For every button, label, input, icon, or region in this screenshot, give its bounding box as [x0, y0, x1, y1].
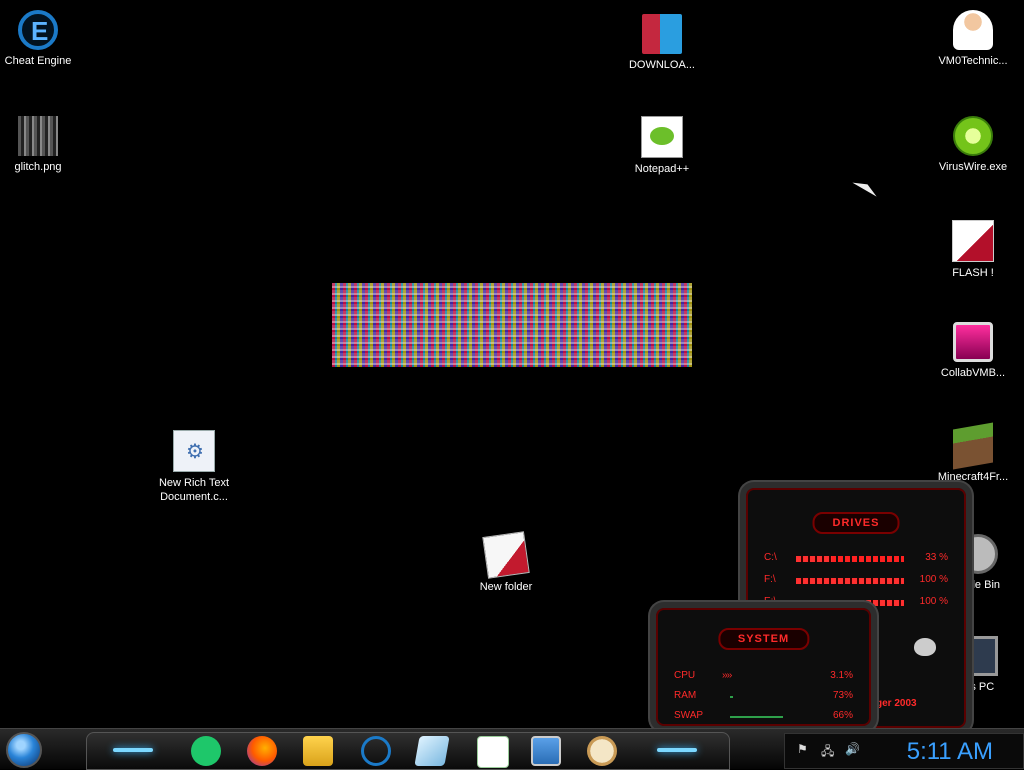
drive-usage-fill [796, 556, 832, 562]
collabvm-shortcut[interactable]: CollabVMB... [925, 322, 1021, 380]
dock-glow-right [657, 748, 697, 752]
flash-folder[interactable]: FLASH ! [925, 220, 1021, 280]
icon-label: glitch.png [14, 161, 62, 173]
drives-gadget-title: DRIVES [812, 512, 900, 534]
minecraft-shortcut[interactable]: Minecraft4Fr... [925, 422, 1021, 484]
icon-label-line2: Document.c... [160, 491, 228, 503]
drive-letter: C:\ [764, 552, 777, 563]
new-rich-text-document[interactable]: New Rich Text Document.c... [146, 430, 242, 504]
icon-label: New Rich Text Document.c... [146, 476, 242, 504]
folder-icon [482, 531, 530, 579]
photo-viewer-app-icon[interactable] [531, 736, 561, 766]
drive-percent: 100 % [919, 574, 948, 585]
action-center-flag-icon[interactable]: ⚑ [797, 742, 808, 756]
lime-icon [953, 116, 993, 156]
vm0-shortcut[interactable]: VM0Technic... [925, 10, 1021, 68]
drive-usage-bar [796, 556, 904, 562]
icon-label-line1: New Rich Text [158, 477, 230, 489]
cpu-indicator-icon: ›››› [722, 670, 732, 681]
icon-label: CollabVMB... [940, 367, 1006, 379]
spotify-app-icon[interactable] [191, 736, 221, 766]
system-row-cpu: CPU ›››› 3.1% [674, 670, 853, 684]
notepadpp-app-icon[interactable] [477, 736, 509, 768]
new-folder[interactable]: New folder [458, 531, 554, 594]
start-button[interactable] [6, 732, 42, 768]
metric-name: RAM [674, 690, 697, 701]
download-icon [642, 14, 682, 54]
network-icon[interactable]: 🖧 [821, 742, 834, 763]
mouse-cursor-icon [852, 177, 880, 197]
viruswire-exe[interactable]: VirusWire.exe [925, 116, 1021, 174]
icon-label: VM0Technic... [938, 55, 1008, 67]
dock-glow-left [113, 748, 153, 752]
glitch-artifact-image [332, 283, 692, 367]
icon-label: Cheat Engine [4, 55, 72, 67]
cheat-engine-shortcut[interactable]: Cheat Engine [0, 10, 86, 68]
firefox-app-icon[interactable] [247, 736, 277, 766]
cheat-engine-icon [18, 10, 58, 50]
paint-app-icon[interactable] [587, 736, 617, 766]
system-gadget-title: SYSTEM [717, 628, 810, 650]
metric-value: 73% [832, 690, 853, 701]
icon-label: DOWNLOA... [628, 59, 695, 71]
metric-value: 3.1% [830, 670, 853, 681]
icon-label: FLASH ! [952, 267, 994, 279]
swap-graph-line [730, 716, 783, 718]
notepadpp-shortcut[interactable]: Notepad++ [614, 116, 710, 176]
grass-block-icon [953, 422, 993, 470]
alienware-logo-icon [914, 638, 936, 656]
folder-icon [952, 220, 994, 262]
file-explorer-icon[interactable] [303, 736, 333, 766]
system-gadget[interactable]: SYSTEM CPU ›››› 3.1% RAM 73% SWAP 66% [650, 602, 877, 732]
drive-percent: 100 % [919, 596, 948, 607]
notepad-app-icon[interactable] [414, 736, 450, 766]
drive-usage-fill [796, 578, 904, 584]
drive-letter: F:\ [764, 574, 776, 585]
document-settings-icon [173, 430, 215, 472]
drive-usage-bar [796, 578, 904, 584]
system-tray: ⚑ 🖧 🔊 5:11 AM [784, 733, 1024, 769]
metric-name: CPU [674, 670, 696, 681]
system-row-ram: RAM 73% [674, 690, 853, 704]
taskbar-dock [86, 732, 730, 770]
glitch-png-file[interactable]: glitch.png [0, 116, 86, 174]
drive-row: F:\ 100 % [764, 574, 948, 588]
clock[interactable]: 5:11 AM [907, 738, 993, 766]
download-shortcut[interactable]: DOWNLOA... [614, 14, 710, 72]
icon-label: New folder [479, 581, 533, 593]
notepadpp-icon [641, 116, 683, 158]
volume-icon[interactable]: 🔊 [845, 742, 860, 756]
system-row-swap: SWAP 66% [674, 710, 853, 724]
drive-row: C:\ 33 % [764, 552, 948, 566]
technician-icon [953, 10, 993, 50]
metric-value: 66% [832, 710, 853, 721]
drive-percent: 33 % [925, 552, 948, 563]
drives-footer: ger 2003 [876, 698, 917, 709]
cheat-engine-app-icon[interactable] [361, 736, 391, 766]
icon-label: VirusWire.exe [938, 161, 1008, 173]
icon-label: Notepad++ [634, 163, 690, 175]
image-file-icon [18, 116, 58, 156]
monitor-icon [953, 322, 993, 362]
ram-graph-line [730, 696, 733, 698]
metric-name: SWAP [674, 710, 704, 721]
